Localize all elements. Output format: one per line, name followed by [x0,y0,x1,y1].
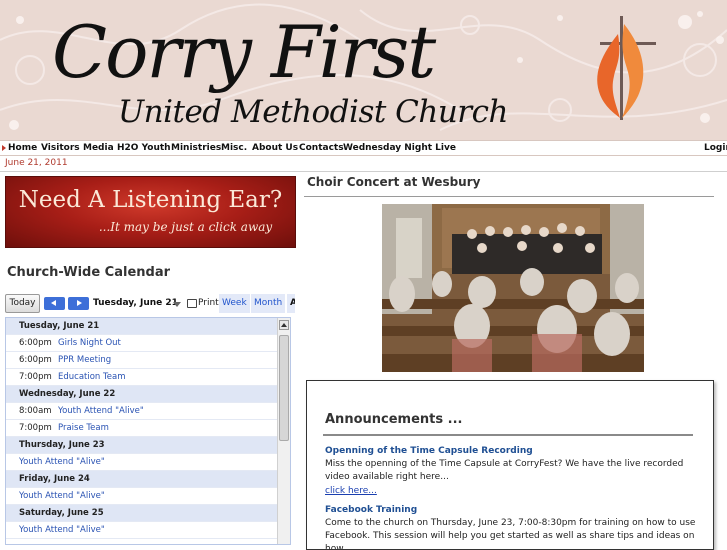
nav-misc[interactable]: Misc. [221,142,247,155]
nav-h2o-youth[interactable]: H2O Youth [117,142,171,155]
event-time: 6:00pm [19,338,52,348]
agenda-day-header: Friday, June 24 [6,471,278,488]
nav-visitors[interactable]: Visitors [41,142,80,155]
calendar-date-label: Tuesday, June 21 [93,298,178,308]
scroll-up-icon[interactable] [279,320,289,330]
agenda-day-header: Tuesday, June 21 [6,318,278,335]
tab-week[interactable]: Week [219,294,250,313]
event-time: 7:00pm [19,372,52,382]
event-title[interactable]: Youth Attend "Alive" [58,403,144,419]
agenda-event[interactable]: 7:00pm Education Team [6,369,278,386]
event-time: 8:00am [19,406,52,416]
nav-wednesday-night-live[interactable]: Wednesday Night Live [343,142,456,155]
nav-home[interactable]: Home [8,142,37,155]
listening-ear-banner[interactable]: Need A Listening Ear? ...It may be just … [5,176,296,248]
announcement-title[interactable]: Facebook Training [325,504,417,516]
divider [323,434,693,436]
choir-photo [382,204,644,372]
agenda-event[interactable]: Youth Attend "Alive" [6,454,278,471]
cross-and-flame-icon [597,16,656,120]
previous-arrow-icon[interactable] [44,297,65,310]
event-title[interactable]: Girls Night Out [58,335,121,351]
calendar-title: Church-Wide Calendar [7,265,171,280]
nav-contacts[interactable]: Contacts [299,142,344,155]
tab-month[interactable]: Month [251,294,286,313]
agenda-day-header: Saturday, June 25 [6,505,278,522]
banner-tagline: ...It may be just a click away [98,220,273,234]
event-time: 6:00pm [19,355,52,365]
nav-ministries[interactable]: Ministries [171,142,221,155]
event-title[interactable]: Education Team [58,369,126,385]
scrollbar[interactable] [277,318,290,544]
agenda-day-header: Thursday, June 23 [6,437,278,454]
agenda-list: Tuesday, June 21 6:00pm Girls Night Out 6:0… [6,318,278,539]
print-button[interactable]: Print [198,297,219,310]
main-nav: Home Visitors Media H2O Youth Ministries… [0,140,727,156]
banner-headline: Need A Listening Ear? [18,187,283,213]
nav-arrow-icon [2,145,6,151]
calendar-agenda: Tuesday, June 21 6:00pm Girls Night Out 6:0… [5,317,291,545]
agenda-event[interactable]: Youth Attend "Alive" [6,488,278,505]
divider [304,196,714,197]
announcement-text: Come to the church on Thursday, June 23,… [325,518,696,550]
agenda-event[interactable]: 6:00pm PPR Meeting [6,352,278,369]
event-time: 7:00pm [19,423,52,433]
post-title[interactable]: Choir Concert at Wesbury [307,174,480,190]
event-title[interactable]: Youth Attend "Alive" [19,522,105,538]
announcement-link[interactable]: click here... [325,485,377,497]
event-title[interactable]: Youth Attend "Alive" [19,454,105,470]
agenda-event[interactable]: 7:00pm Praise Team [6,420,278,437]
nav-login[interactable]: Login [704,142,727,155]
divider [0,171,727,172]
event-title[interactable]: Youth Attend "Alive" [19,488,105,504]
site-header: Corry First United Methodist Church [0,0,727,140]
event-title[interactable]: PPR Meeting [58,352,111,368]
chevron-down-icon[interactable] [173,302,181,307]
tab-agenda[interactable]: A [287,294,295,313]
current-date: June 21, 2011 [5,158,68,168]
agenda-event[interactable]: Youth Attend "Alive" [6,522,278,539]
agenda-day-header: Wednesday, June 22 [6,386,278,403]
nav-about-us[interactable]: About Us [252,142,298,155]
logo-title: Corry First [52,10,436,94]
agenda-event[interactable]: 6:00pm Girls Night Out [6,335,278,352]
event-title[interactable]: Praise Team [58,420,109,436]
calendar-toolbar: Today Tuesday, June 21 Print Week Month … [5,292,295,314]
announcements-title: Announcements ... [325,412,463,427]
next-arrow-icon[interactable] [68,297,89,310]
announcement-title[interactable]: Openning of the Time Capsule Recording [325,445,533,457]
scroll-thumb[interactable] [279,335,289,441]
agenda-event[interactable]: 8:00am Youth Attend "Alive" [6,403,278,420]
today-button[interactable]: Today [5,294,40,313]
announcement-text: Miss the openning of the Time Capsule at… [325,459,684,482]
announcements-panel: Announcements ... Openning of the Time C… [306,380,714,550]
print-icon[interactable] [187,299,197,308]
logo-subtitle: United Methodist Church [118,94,508,130]
nav-media[interactable]: Media [83,142,114,155]
